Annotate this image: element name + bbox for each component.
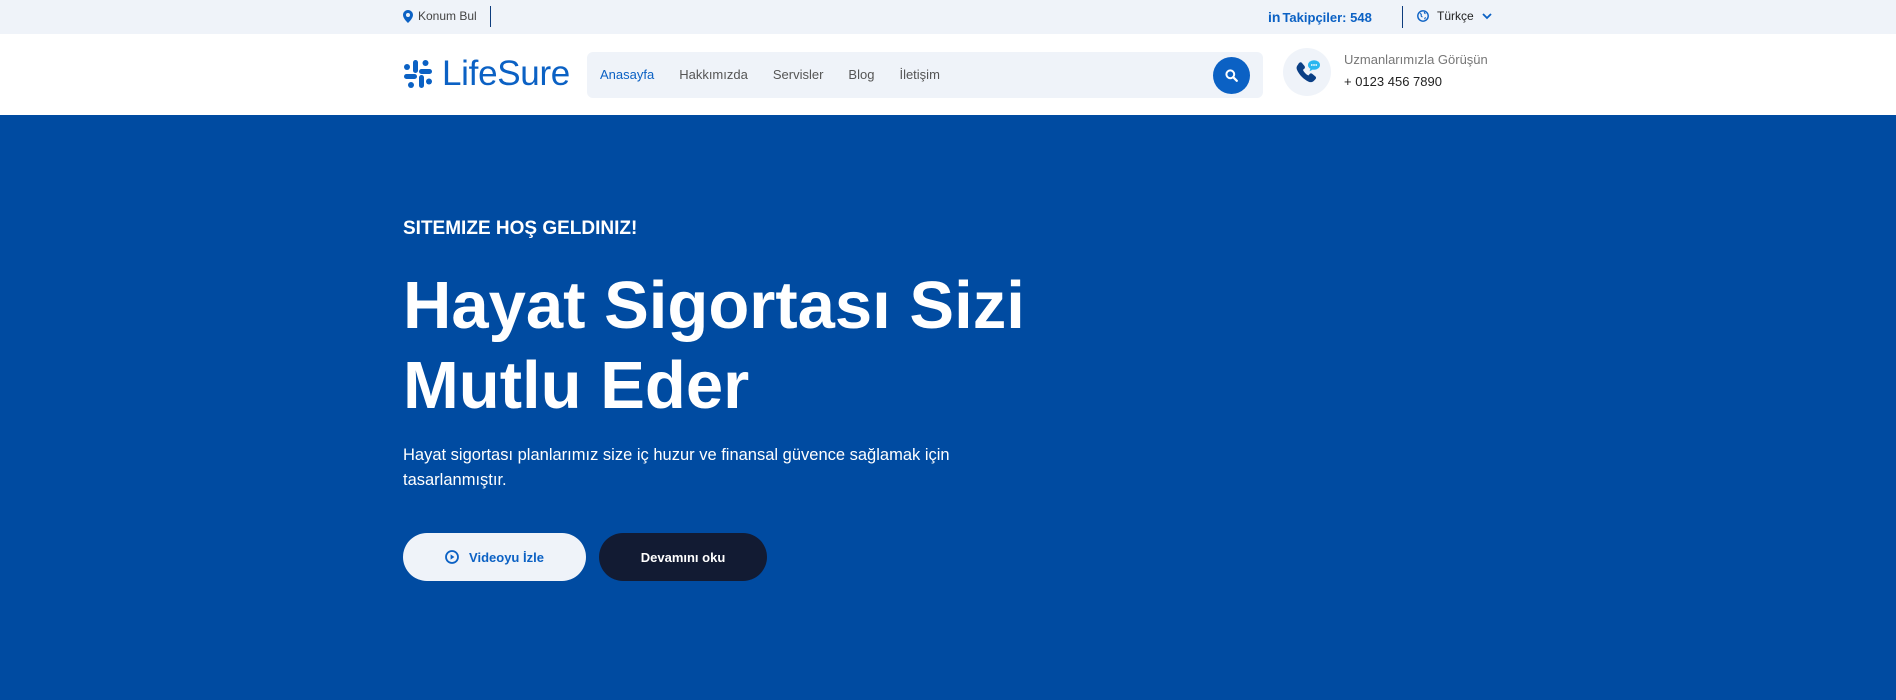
map-pin-icon	[403, 9, 413, 23]
language-label: Türkçe	[1437, 9, 1474, 23]
find-location-link[interactable]: Konum Bul	[403, 9, 477, 23]
expert-contact: Uzmanlarımızla Görüşün + 0123 456 7890	[1344, 52, 1488, 89]
logo-text: LifeSure	[442, 54, 570, 93]
hero-description: Hayat sigortası planlarımız size iç huzu…	[403, 446, 950, 489]
chevron-down-icon	[1482, 12, 1492, 19]
watch-video-label: Videoyu İzle	[469, 549, 544, 565]
nav-item-home[interactable]: Anasayfa	[600, 67, 654, 82]
navigation-bar: Anasayfa Hakkımızda Servisler Blog İleti…	[587, 52, 1263, 98]
search-icon	[1225, 69, 1238, 82]
logo-icon	[404, 60, 432, 88]
nav-item-about[interactable]: Hakkımızda	[679, 67, 748, 82]
linkedin-followers-link[interactable]: in Takipçiler: 548	[1268, 9, 1372, 25]
search-button[interactable]	[1213, 57, 1250, 94]
nav-item-services[interactable]: Servisler	[773, 67, 824, 82]
main-nav: Anasayfa Hakkımızda Servisler Blog İleti…	[600, 67, 965, 82]
divider	[1402, 6, 1403, 28]
hero-headline: Hayat Sigortası Sizi Mutlu Eder	[403, 268, 1025, 423]
play-icon	[445, 550, 459, 564]
language-selector[interactable]: Türkçe	[1417, 9, 1492, 23]
nav-item-contact[interactable]: İletişim	[899, 67, 939, 82]
top-bar: Konum Bul in Takipçiler: 548 Türkçe	[0, 0, 1896, 34]
linkedin-icon: in	[1268, 9, 1281, 25]
phone-chat-icon	[1296, 60, 1320, 83]
read-more-button[interactable]: Devamını oku	[599, 533, 767, 581]
divider	[490, 6, 491, 27]
phone-icon-badge	[1283, 48, 1331, 96]
followers-count: Takipçiler: 548	[1282, 9, 1372, 25]
contact-title: Uzmanlarımızla Görüşün	[1344, 52, 1488, 67]
contact-phone[interactable]: + 0123 456 7890	[1344, 74, 1488, 89]
nav-item-blog[interactable]: Blog	[848, 67, 874, 82]
hero-section: SITEMIZE HOŞ GELDINIZ! Hayat Sigortası S…	[0, 115, 1896, 700]
main-header: LifeSure Anasayfa Hakkımızda Servisler B…	[0, 34, 1896, 115]
hero-eyebrow: SITEMIZE HOŞ GELDINIZ!	[403, 218, 638, 239]
globe-icon	[1417, 10, 1429, 22]
logo[interactable]: LifeSure	[403, 54, 570, 94]
location-label: Konum Bul	[418, 9, 477, 23]
watch-video-button[interactable]: Videoyu İzle	[403, 533, 586, 581]
